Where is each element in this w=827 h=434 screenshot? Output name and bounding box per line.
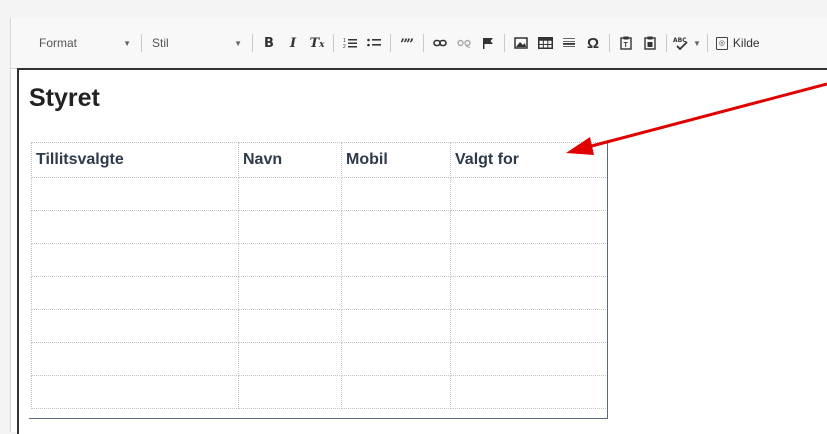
table-header-cell[interactable]: Mobil (341, 142, 451, 178)
style-dropdown-label: Stil (152, 36, 169, 50)
table-header-cell[interactable]: Navn (238, 142, 342, 178)
spellcheck-button[interactable]: ABC ▼ (671, 32, 703, 54)
unlink-icon (457, 39, 471, 48)
chevron-down-icon: ▼ (693, 38, 701, 48)
table-cell[interactable] (450, 309, 608, 343)
italic-button[interactable]: I (281, 32, 305, 54)
table-row (31, 309, 608, 343)
table-cell[interactable] (450, 243, 608, 277)
blockquote-button[interactable]: ”” (395, 32, 419, 54)
horizontal-line-icon (563, 38, 575, 47)
rich-text-editor: Format ▼ Stil ▼ B I Tx 12 ”” Ω T ABC ▼ ◎… (10, 18, 827, 434)
anchor-button[interactable] (476, 32, 500, 54)
chevron-down-icon: ▼ (234, 38, 242, 48)
table-cell[interactable] (341, 375, 451, 409)
clipboard-word-icon (644, 36, 656, 50)
toolbar-separator (252, 34, 253, 52)
editor-content-area[interactable]: Styret Tillitsvalgte Navn Mobil Valgt for (17, 68, 827, 434)
table-cell[interactable] (450, 375, 608, 409)
table-cell[interactable] (238, 309, 342, 343)
link-icon (433, 39, 447, 47)
clipboard-text-icon: T (620, 36, 632, 50)
editor-toolbar: Format ▼ Stil ▼ B I Tx 12 ”” Ω T ABC ▼ ◎… (11, 18, 827, 69)
page-title[interactable]: Styret (29, 84, 100, 113)
toolbar-separator (609, 34, 610, 52)
table-button[interactable] (533, 32, 557, 54)
toolbar-separator (666, 34, 667, 52)
table-cell[interactable] (450, 210, 608, 244)
table-cell[interactable] (238, 276, 342, 310)
toolbar-separator (390, 34, 391, 52)
table-cell[interactable] (238, 375, 342, 409)
style-dropdown[interactable]: Stil ▼ (146, 31, 248, 55)
table-row (31, 177, 608, 211)
svg-text:”: ” (406, 38, 414, 48)
toolbar-separator (706, 34, 708, 52)
toolbar-separator (423, 34, 424, 52)
table-cell[interactable] (341, 210, 451, 244)
toolbar-separator (504, 34, 505, 52)
bulleted-list-icon (367, 38, 381, 47)
spellcheck-icon: ABC (673, 37, 688, 50)
table-cell[interactable] (238, 177, 342, 211)
table-cell[interactable] (31, 375, 239, 409)
bold-button[interactable]: B (257, 32, 281, 54)
link-button[interactable] (428, 32, 452, 54)
table-cell[interactable] (341, 342, 451, 376)
svg-text:T: T (624, 42, 629, 49)
toolbar-separator (141, 34, 142, 52)
table-cell[interactable] (238, 210, 342, 244)
special-character-button[interactable]: Ω (581, 32, 605, 54)
format-dropdown[interactable]: Format ▼ (33, 31, 137, 55)
table-header-cell[interactable]: Valgt for (450, 142, 608, 178)
source-button-label: Kilde (732, 36, 760, 50)
table-cell[interactable] (341, 276, 451, 310)
toolbar-separator (333, 34, 334, 52)
table-row (31, 276, 608, 310)
board-table-body: Tillitsvalgte Navn Mobil Valgt for (31, 142, 608, 409)
quote-icon: ”” (400, 38, 414, 48)
bulleted-list-button[interactable] (362, 32, 386, 54)
table-cell[interactable] (341, 177, 451, 211)
table-cell[interactable] (31, 309, 239, 343)
table-cell[interactable] (31, 342, 239, 376)
table-row (31, 210, 608, 244)
table-cell[interactable] (238, 342, 342, 376)
table-row (31, 243, 608, 277)
table-cell[interactable] (238, 243, 342, 277)
flag-icon (483, 38, 493, 49)
table-cell[interactable] (31, 276, 239, 310)
unlink-button[interactable] (452, 32, 476, 54)
remove-format-button[interactable]: Tx (305, 32, 329, 54)
numbered-list-button[interactable]: 12 (338, 32, 362, 54)
table-cell[interactable] (450, 177, 608, 211)
image-button[interactable] (509, 32, 533, 54)
table-cell[interactable] (450, 342, 608, 376)
table-cell[interactable] (31, 210, 239, 244)
table-row (31, 375, 608, 409)
horizontal-line-button[interactable] (557, 32, 581, 54)
table-row (31, 342, 608, 376)
svg-text:2: 2 (343, 44, 346, 49)
table-cell[interactable] (341, 309, 451, 343)
table-cell[interactable] (450, 276, 608, 310)
paste-text-button[interactable]: T (614, 32, 638, 54)
paste-word-button[interactable] (638, 32, 662, 54)
source-button[interactable]: ◎ Kilde (715, 36, 760, 50)
table-cell[interactable] (31, 177, 239, 211)
table-header-row: Tillitsvalgte Navn Mobil Valgt for (31, 142, 608, 178)
format-dropdown-label: Format (39, 36, 78, 50)
image-icon (514, 37, 528, 49)
board-table: Tillitsvalgte Navn Mobil Valgt for (31, 142, 608, 409)
chevron-down-icon: ▼ (123, 38, 131, 48)
remove-format-icon: Tx (309, 35, 325, 51)
source-icon: ◎ (715, 36, 728, 50)
table-cell[interactable] (341, 243, 451, 277)
table-icon (537, 37, 553, 49)
table-header-cell[interactable]: Tillitsvalgte (31, 142, 239, 178)
numbered-list-icon: 12 (343, 38, 357, 49)
table-cell[interactable] (31, 243, 239, 277)
